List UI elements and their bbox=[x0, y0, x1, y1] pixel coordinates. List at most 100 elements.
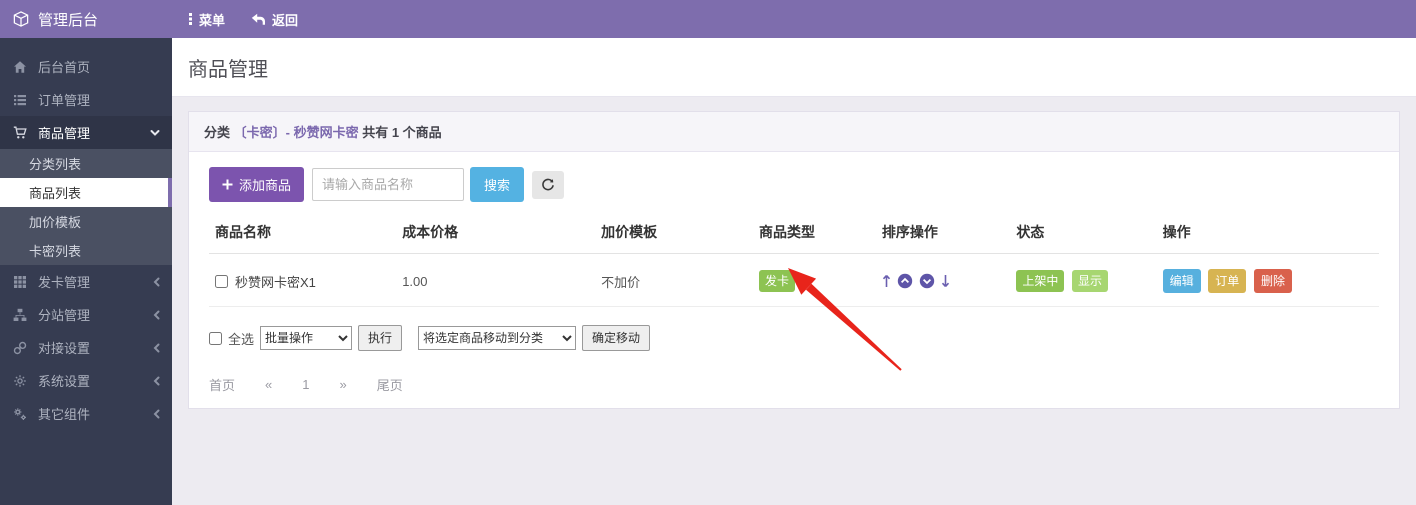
chevron-down-icon bbox=[150, 129, 160, 137]
status-onsale-badge[interactable]: 上架中 bbox=[1016, 270, 1064, 292]
search-input[interactable] bbox=[312, 168, 464, 201]
sidebar-item-substation[interactable]: 分站管理 bbox=[0, 298, 172, 331]
sidebar-subitem-label: 加价模板 bbox=[29, 212, 81, 231]
category-link[interactable]: 〔卡密〕- 秒赞网卡密 bbox=[234, 125, 359, 140]
page-next[interactable]: » bbox=[339, 377, 346, 392]
menu-toggle[interactable]: 菜单 bbox=[188, 10, 225, 29]
sidebar-item-home[interactable]: 后台首页 bbox=[0, 50, 172, 83]
col-header-name: 商品名称 bbox=[209, 212, 396, 254]
sidebar-subitem-card-list[interactable]: 卡密列表 bbox=[0, 236, 172, 265]
sidebar-subitem-category-list[interactable]: 分类列表 bbox=[0, 149, 172, 178]
home-icon bbox=[10, 60, 30, 74]
category-prefix: 分类 bbox=[204, 125, 230, 140]
delete-button[interactable]: 删除 bbox=[1254, 269, 1292, 293]
gears-icon bbox=[10, 407, 30, 421]
link-icon bbox=[10, 341, 30, 355]
search-button[interactable]: 搜索 bbox=[470, 167, 524, 202]
sidebar-subitem-product-list[interactable]: 商品列表 bbox=[0, 178, 172, 207]
product-markup: 不加价 bbox=[595, 254, 753, 307]
col-header-actions: 操作 bbox=[1157, 212, 1379, 254]
col-header-type: 商品类型 bbox=[753, 212, 876, 254]
page-number[interactable]: 1 bbox=[302, 377, 309, 392]
sidebar-item-label: 系统设置 bbox=[38, 371, 90, 390]
product-cost: 1.00 bbox=[396, 254, 595, 307]
product-name: 秒赞网卡密X1 bbox=[235, 272, 316, 291]
sidebar-item-label: 后台首页 bbox=[38, 57, 90, 76]
batch-operations: 全选 批量操作 执行 将选定商品移动到分类 确定移动 bbox=[209, 325, 1379, 351]
sidebar-item-label: 分站管理 bbox=[38, 305, 90, 324]
sidebar-item-products[interactable]: 商品管理 bbox=[0, 116, 172, 149]
back-arrow-icon bbox=[251, 13, 266, 26]
grid-icon bbox=[10, 275, 30, 289]
order-button[interactable]: 订单 bbox=[1208, 269, 1246, 293]
confirm-move-button[interactable]: 确定移动 bbox=[582, 325, 650, 351]
page-last[interactable]: 尾页 bbox=[377, 375, 403, 394]
chevron-left-icon bbox=[153, 343, 160, 353]
sort-down-button[interactable] bbox=[919, 273, 935, 289]
sidebar-item-orders[interactable]: 订单管理 bbox=[0, 83, 172, 116]
sidebar-item-other-components[interactable]: 其它组件 bbox=[0, 397, 172, 430]
menu-dots-icon bbox=[188, 12, 193, 26]
sidebar-item-label: 商品管理 bbox=[38, 123, 90, 142]
products-panel: 分类 〔卡密〕- 秒赞网卡密 共有 1 个商品 添加商品 bbox=[188, 111, 1400, 409]
status-visible-badge[interactable]: 显示 bbox=[1072, 270, 1108, 292]
cube-logo-icon bbox=[13, 11, 29, 27]
bulk-action-select[interactable]: 批量操作 bbox=[260, 326, 352, 350]
cart-icon bbox=[10, 126, 30, 140]
sidebar-item-api-settings[interactable]: 对接设置 bbox=[0, 331, 172, 364]
main-content: 商品管理 分类 〔卡密〕- 秒赞网卡密 共有 1 个商品 bbox=[172, 38, 1416, 505]
back-label: 返回 bbox=[272, 10, 298, 29]
sort-bottom-button[interactable] bbox=[941, 274, 950, 288]
row-checkbox[interactable] bbox=[215, 275, 228, 288]
chevron-left-icon bbox=[153, 376, 160, 386]
sidebar: 后台首页 订单管理 商品管理 分类列表 商品列表 加价模板 bbox=[0, 38, 172, 505]
col-header-markup: 加价模板 bbox=[595, 212, 753, 254]
chevron-left-icon bbox=[153, 310, 160, 320]
products-submenu: 分类列表 商品列表 加价模板 卡密列表 bbox=[0, 149, 172, 265]
select-all-label: 全选 bbox=[228, 329, 254, 348]
edit-button[interactable]: 编辑 bbox=[1163, 269, 1201, 293]
move-category-select[interactable]: 将选定商品移动到分类 bbox=[418, 326, 576, 350]
col-header-status: 状态 bbox=[1010, 212, 1156, 254]
sidebar-item-system-settings[interactable]: 系统设置 bbox=[0, 364, 172, 397]
panel-body: 添加商品 搜索 bbox=[189, 152, 1399, 408]
page-prev[interactable]: « bbox=[265, 377, 272, 392]
sidebar-subitem-markup-template[interactable]: 加价模板 bbox=[0, 207, 172, 236]
gear-icon bbox=[10, 374, 30, 388]
back-link[interactable]: 返回 bbox=[251, 10, 298, 29]
category-count: 共有 1 个商品 bbox=[362, 125, 441, 140]
add-product-label: 添加商品 bbox=[239, 175, 291, 194]
page-first[interactable]: 首页 bbox=[209, 375, 235, 394]
sidebar-item-card-mgmt[interactable]: 发卡管理 bbox=[0, 265, 172, 298]
topbar: 管理后台 菜单 返回 bbox=[0, 0, 1416, 38]
chevron-left-icon bbox=[153, 409, 160, 419]
products-table: 商品名称 成本价格 加价模板 商品类型 排序操作 状态 操作 bbox=[209, 212, 1379, 307]
topnav: 菜单 返回 bbox=[172, 10, 298, 29]
title-bar: 商品管理 bbox=[172, 38, 1416, 97]
chevron-left-icon bbox=[153, 277, 160, 287]
toolbar: 添加商品 搜索 bbox=[209, 167, 1379, 202]
plus-icon bbox=[222, 179, 233, 190]
sitemap-icon bbox=[10, 308, 30, 322]
sort-top-button[interactable] bbox=[882, 274, 891, 288]
sidebar-item-label: 订单管理 bbox=[38, 90, 90, 109]
sidebar-subitem-label: 分类列表 bbox=[29, 154, 81, 173]
select-all-checkbox[interactable] bbox=[209, 332, 222, 345]
body-wrap: 分类 〔卡密〕- 秒赞网卡密 共有 1 个商品 添加商品 bbox=[172, 97, 1416, 423]
refresh-button[interactable] bbox=[532, 171, 564, 199]
col-header-sort: 排序操作 bbox=[876, 212, 1011, 254]
refresh-icon bbox=[541, 178, 555, 192]
admin-page: 管理后台 菜单 返回 bbox=[0, 0, 1416, 505]
brand-title: 管理后台 bbox=[38, 9, 98, 30]
add-product-button[interactable]: 添加商品 bbox=[209, 167, 304, 202]
pagination: 首页 « 1 » 尾页 bbox=[209, 375, 1379, 394]
brand[interactable]: 管理后台 bbox=[0, 9, 172, 30]
sidebar-subitem-label: 卡密列表 bbox=[29, 241, 81, 260]
panel-header: 分类 〔卡密〕- 秒赞网卡密 共有 1 个商品 bbox=[189, 112, 1399, 152]
col-header-cost: 成本价格 bbox=[396, 212, 595, 254]
sidebar-item-label: 对接设置 bbox=[38, 338, 90, 357]
execute-button[interactable]: 执行 bbox=[358, 325, 402, 351]
sort-up-button[interactable] bbox=[897, 273, 913, 289]
sidebar-subitem-label: 商品列表 bbox=[29, 183, 81, 202]
list-icon bbox=[10, 93, 30, 107]
